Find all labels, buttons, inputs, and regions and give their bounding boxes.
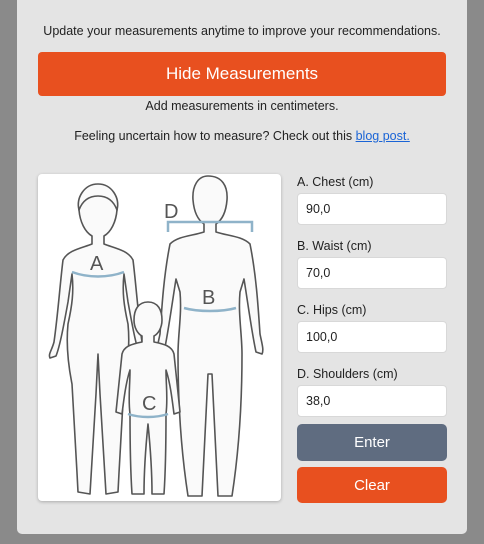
hips-label: C. Hips (cm) <box>297 303 367 317</box>
units-note: Add measurements in centimeters. <box>145 99 339 113</box>
shoulders-label: D. Shoulders (cm) <box>297 367 398 381</box>
label-waist: B <box>202 287 215 309</box>
label-chest: A <box>90 253 104 275</box>
measurement-fields: A. Chest (cm) B. Waist (cm) C. Hips (cm)… <box>297 174 447 430</box>
clear-button[interactable]: Clear <box>297 467 447 503</box>
body-figures-illustration: A B C D <box>48 175 264 497</box>
label-shoulders: D <box>164 201 178 223</box>
waist-label: B. Waist (cm) <box>297 239 372 253</box>
blog-post-link[interactable]: blog post. <box>356 129 410 143</box>
enter-button[interactable]: Enter <box>297 424 447 461</box>
waist-input[interactable] <box>297 257 447 289</box>
label-hips: C <box>142 393 156 415</box>
chest-label: A. Chest (cm) <box>297 175 374 189</box>
howto-prefix: Feeling uncertain how to measure? Check … <box>74 129 356 143</box>
howto-text: Feeling uncertain how to measure? Check … <box>17 129 467 143</box>
hide-measurements-button[interactable]: Hide Measurements <box>38 52 446 96</box>
measurements-panel: Update your measurements anytime to impr… <box>17 0 467 534</box>
hips-input[interactable] <box>297 321 447 353</box>
shoulders-input[interactable] <box>297 385 447 417</box>
male-figure <box>156 175 264 497</box>
measurement-diagram: A B C D <box>38 174 281 501</box>
intro-text: Update your measurements anytime to impr… <box>43 24 441 38</box>
chest-input[interactable] <box>297 193 447 225</box>
